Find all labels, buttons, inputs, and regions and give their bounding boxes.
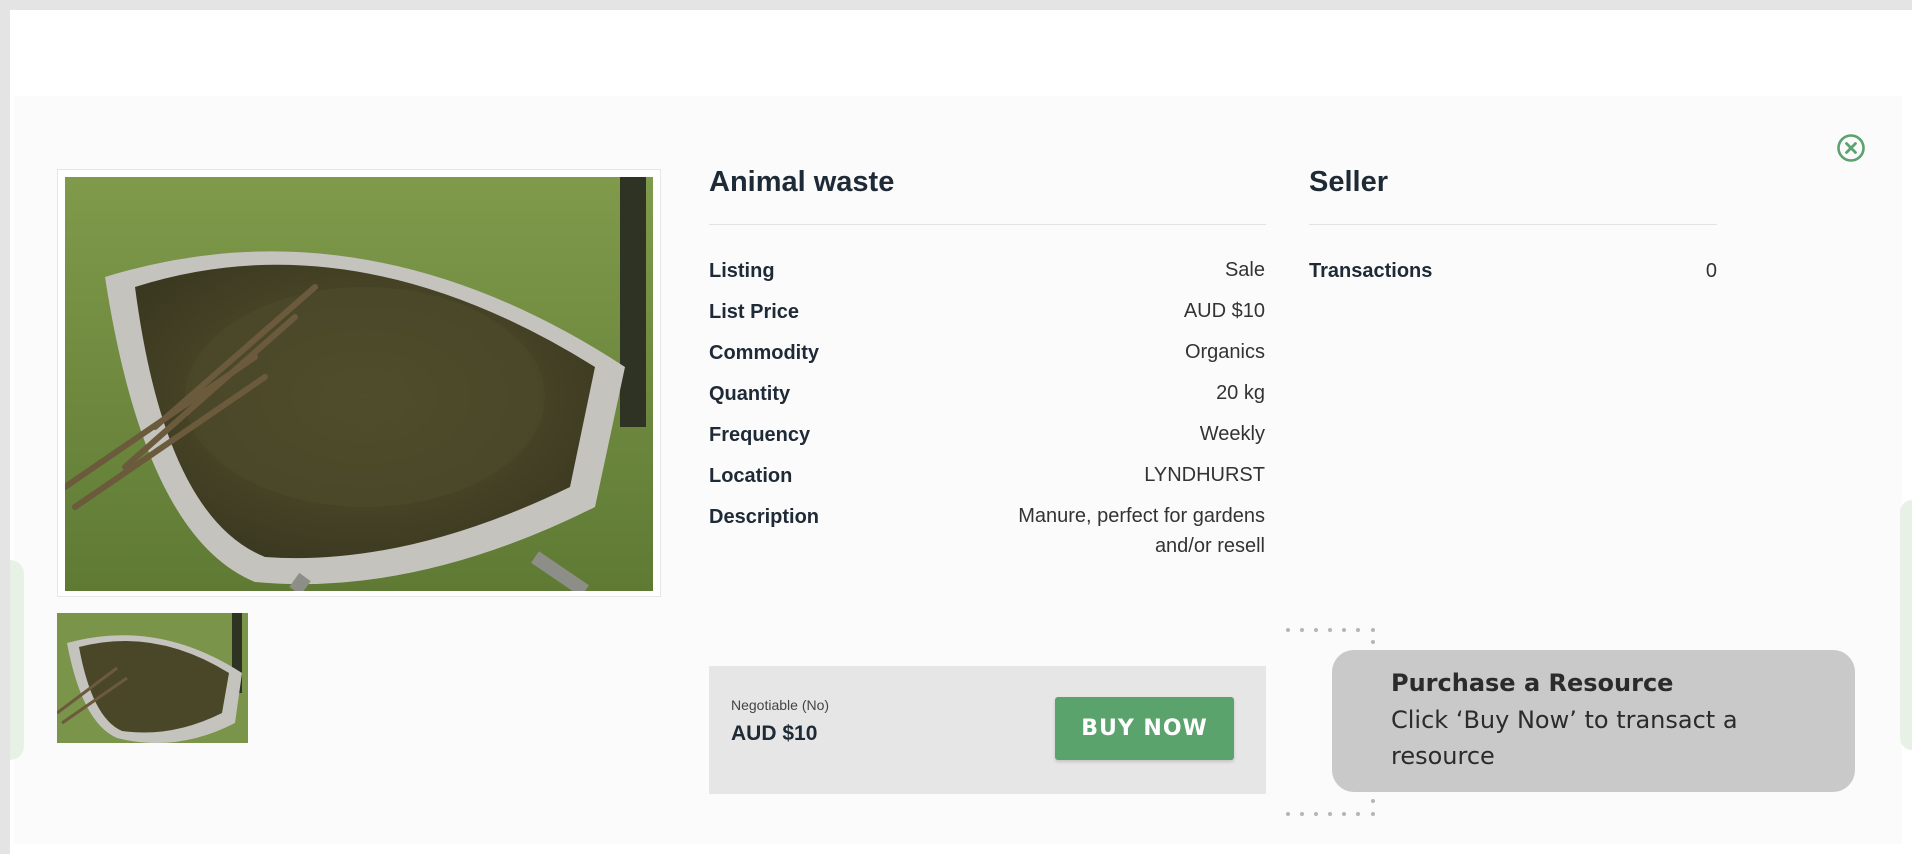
title-divider [709,224,1266,225]
tooltip-dots-bottom [1286,799,1375,816]
tooltip-dots-top [1286,628,1375,644]
background-decoration-left [10,560,24,760]
tooltip-title: Purchase a Resource [1391,669,1674,697]
main-product-image [57,169,661,597]
detail-value: Weekly [1199,423,1265,445]
close-circle-icon [1837,134,1865,162]
close-button[interactable] [1836,133,1866,163]
detail-value: Manure, perfect for gardens [1018,505,1265,527]
seller-divider [1309,224,1717,225]
purchase-price: AUD $10 [731,722,818,745]
negotiable-label: Negotiable (No) [731,697,830,713]
detail-label: Description [709,506,820,528]
detail-value: LYNDHURST [1144,464,1265,486]
transactions-label: Transactions [1309,260,1433,282]
detail-value-line2: and/or resell [1154,535,1265,557]
wheelbarrow-manure-photo [65,177,653,591]
detail-label: Frequency [709,424,811,446]
tutorial-tooltip: Purchase a Resource Click ‘Buy Now’ to t… [1332,650,1855,792]
detail-value: Sale [1224,259,1265,281]
image-thumbnail[interactable] [57,613,248,743]
transactions-value: 0 [1705,260,1717,282]
detail-label: Location [709,465,793,487]
purchase-box: Negotiable (No) AUD $10 BUY NOW [709,666,1266,794]
seller-title: Seller [1309,166,1388,198]
detail-label: Quantity [709,383,791,405]
detail-label: Listing [709,260,775,282]
detail-label: List Price [709,301,800,323]
detail-label: Commodity [709,342,819,364]
tooltip-body: Click ‘Buy Now’ to transact a resource [1391,706,1738,770]
listing-title: Animal waste [709,166,895,198]
thumbnail-photo [57,613,248,743]
detail-value: Organics [1184,341,1265,363]
buy-now-button[interactable]: BUY NOW [1055,697,1234,760]
background-decoration-right [1900,500,1912,750]
detail-value: AUD $10 [1183,300,1265,322]
detail-value: 20 kg [1216,382,1265,404]
